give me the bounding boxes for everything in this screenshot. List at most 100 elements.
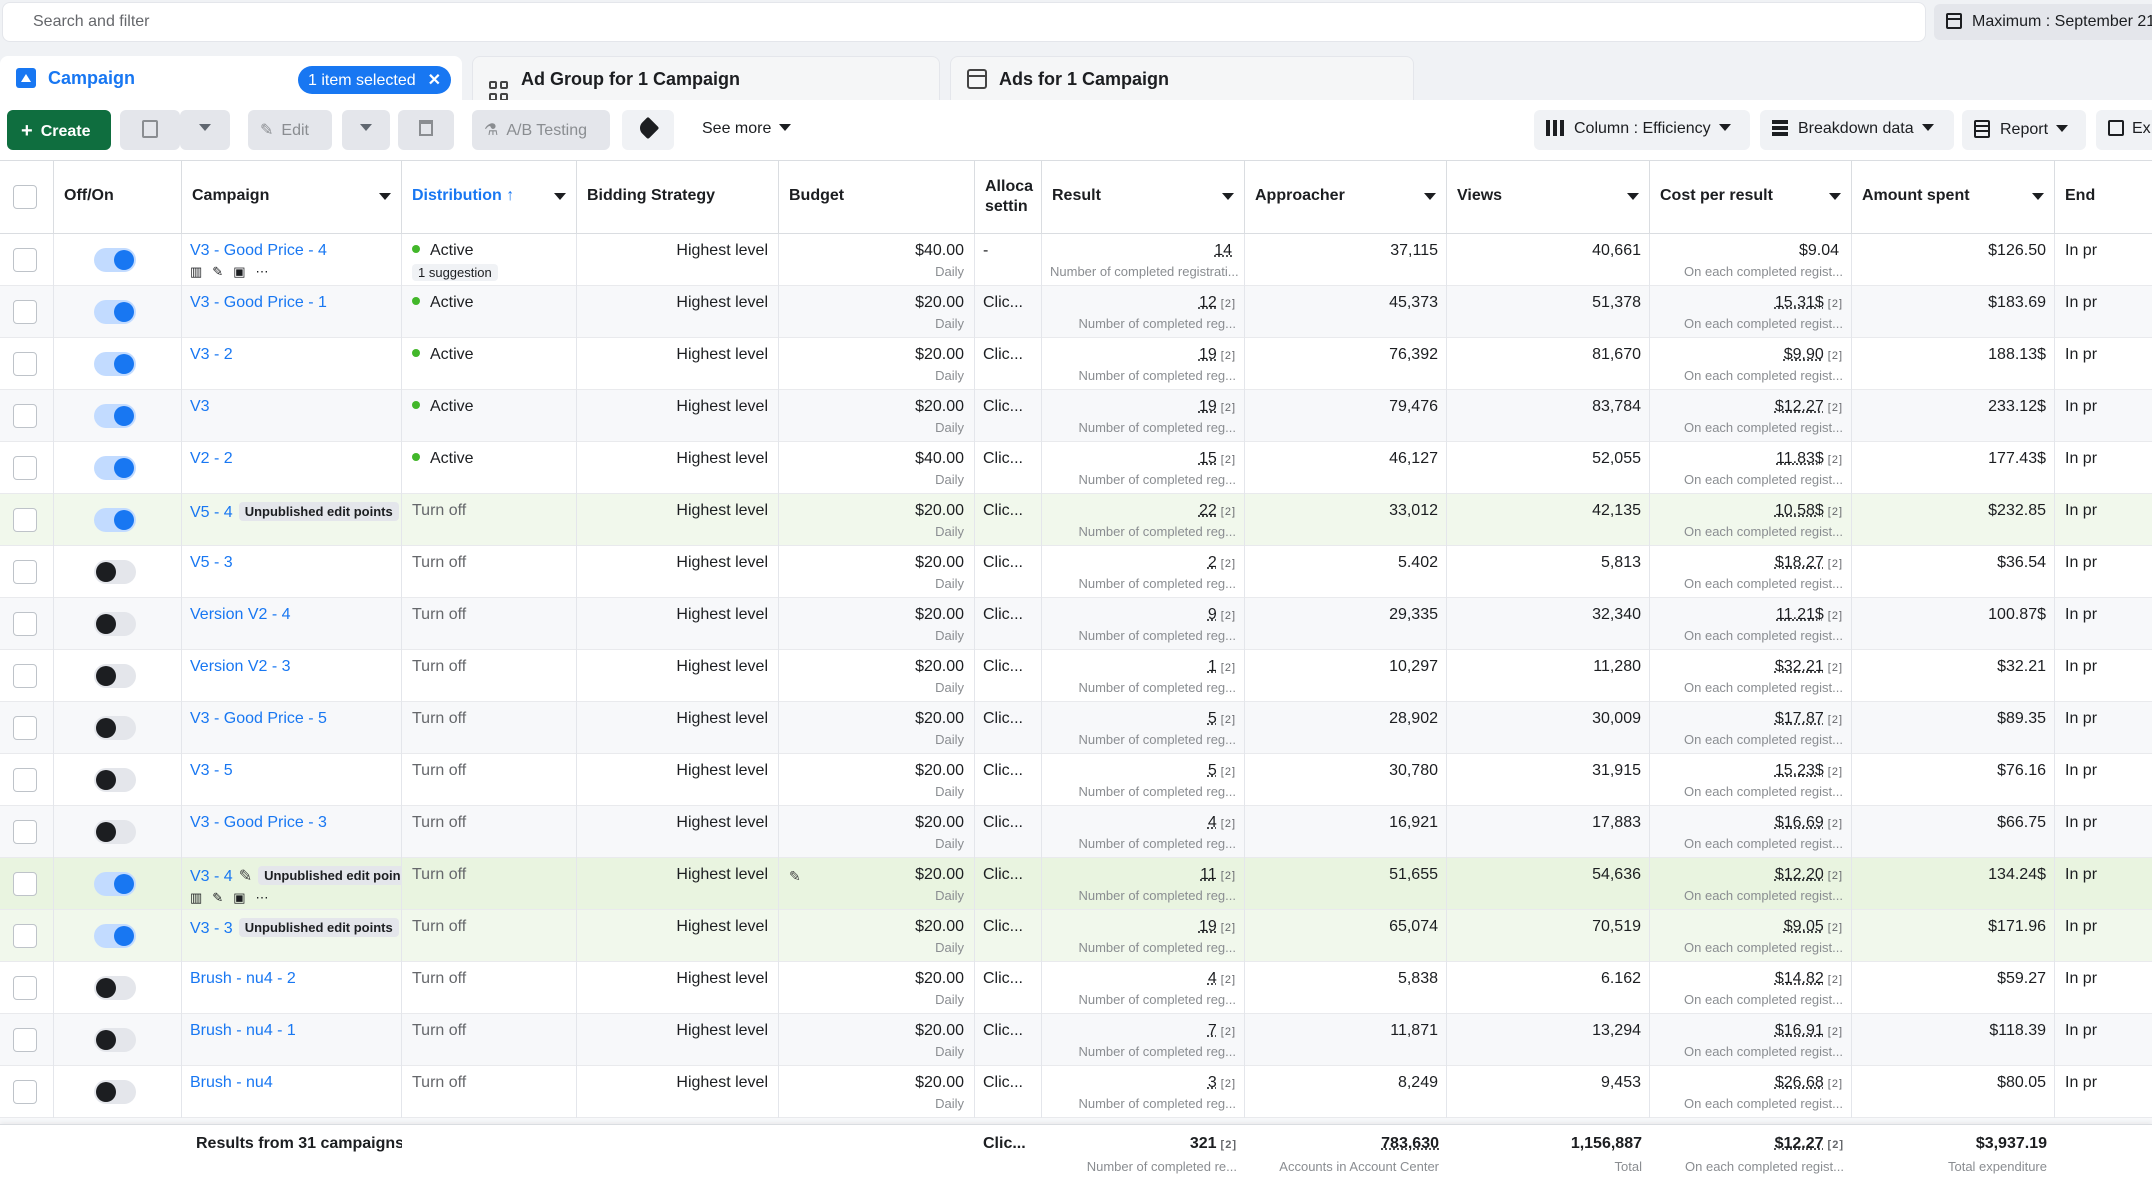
on-off-toggle[interactable]	[94, 612, 136, 636]
table-row[interactable]: V3 - Good Price - 4 ▥✎▣⋯ Active 1 suggestio…	[0, 234, 2152, 286]
table-row[interactable]: V3 - 5 Turn off Highest level $20.00 Daily Cl…	[0, 754, 2152, 806]
on-off-toggle[interactable]	[94, 1080, 136, 1104]
export-button[interactable]: Ex	[2096, 110, 2152, 150]
campaign-name-link[interactable]: V3 - Good Price - 1	[190, 294, 327, 311]
campaign-name-link[interactable]: V5 - 4	[190, 504, 233, 521]
chevron-down-icon[interactable]	[379, 193, 391, 200]
table-row[interactable]: V3 Active Highest level $20.00 Daily Clic... 1…	[0, 390, 2152, 442]
budget-cell[interactable]: $20.00 Daily	[779, 598, 975, 650]
row-checkbox[interactable]	[13, 404, 37, 428]
campaign-name-link[interactable]: V5 - 3	[190, 554, 233, 571]
suggestion-badge[interactable]: 1 suggestion	[412, 264, 498, 281]
see-more-button[interactable]: See more	[690, 110, 806, 150]
select-all-checkbox[interactable]	[13, 185, 37, 209]
table-row[interactable]: V2 - 2 Active Highest level $40.00 Daily Clic…	[0, 442, 2152, 494]
budget-cell[interactable]: $20.00 Daily	[779, 338, 975, 390]
edit-button[interactable]: ✎ Edit	[248, 110, 332, 150]
table-row[interactable]: Brush - nu4 - 2 Turn off Highest level $20.…	[0, 962, 2152, 1014]
row-checkbox[interactable]	[13, 352, 37, 376]
campaign-name-link[interactable]: V3 - 4	[190, 868, 233, 885]
header-allocation-setting[interactable]: Alloca settin	[975, 161, 1042, 234]
budget-cell[interactable]: $20.00 Daily	[779, 1066, 975, 1118]
row-checkbox[interactable]	[13, 300, 37, 324]
campaign-name-link[interactable]: V3	[190, 398, 210, 415]
campaign-name-link[interactable]: V3 - 3	[190, 920, 233, 937]
on-off-toggle[interactable]	[94, 820, 136, 844]
campaign-name-link[interactable]: V3 - Good Price - 3	[190, 814, 327, 831]
table-row[interactable]: Version V2 - 4 Turn off Highest level $20.0…	[0, 598, 2152, 650]
image-icon[interactable]: ▣	[233, 890, 255, 905]
row-checkbox[interactable]	[13, 976, 37, 1000]
campaign-name-link[interactable]: Brush - nu4	[190, 1074, 273, 1091]
header-campaign[interactable]: Campaign	[182, 161, 402, 234]
row-checkbox[interactable]	[13, 1028, 37, 1052]
on-off-toggle[interactable]	[94, 560, 136, 584]
table-row[interactable]: V3 - 4 ✎ Unpublished edit poin ▥✎▣⋯ Turn off…	[0, 858, 2152, 910]
on-off-toggle[interactable]	[94, 404, 136, 428]
campaign-name-link[interactable]: Brush - nu4 - 2	[190, 970, 296, 987]
header-off-on[interactable]: Off/On	[54, 161, 182, 234]
table-row[interactable]: Brush - nu4 Turn off Highest level $20.00 Da…	[0, 1066, 2152, 1118]
budget-cell[interactable]: $40.00 Daily	[779, 234, 975, 286]
on-off-toggle[interactable]	[94, 924, 136, 948]
campaign-name-link[interactable]: V3 - Good Price - 5	[190, 710, 327, 727]
table-row[interactable]: Version V2 - 3 Turn off Highest level $20.0…	[0, 650, 2152, 702]
budget-cell[interactable]: $20.00 Daily	[779, 390, 975, 442]
more-icon[interactable]: ⋯	[256, 264, 279, 279]
campaign-name-link[interactable]: V3 - 5	[190, 762, 233, 779]
on-off-toggle[interactable]	[94, 664, 136, 688]
on-off-toggle[interactable]	[94, 768, 136, 792]
duplicate-dropdown-button[interactable]	[180, 110, 230, 150]
budget-cell[interactable]: $40.00 Daily	[779, 442, 975, 494]
budget-cell[interactable]: $20.00 Daily	[779, 754, 975, 806]
column-button[interactable]: Column : Efficiency	[1534, 110, 1750, 150]
header-end[interactable]: End	[2055, 161, 2152, 234]
duplicate-button[interactable]	[120, 110, 180, 150]
table-row[interactable]: Brush - nu4 - 1 Turn off Highest level $20.…	[0, 1014, 2152, 1066]
tab-ads[interactable]: Ads for 1 Campaign	[950, 56, 1414, 100]
report-button[interactable]: Report	[1962, 110, 2086, 150]
date-range-button[interactable]: Maximum : September 21	[1934, 4, 2152, 40]
header-amount-spent[interactable]: Amount spent	[1852, 161, 2055, 234]
edit-dropdown-button[interactable]	[342, 110, 390, 150]
header-cost-per-result[interactable]: Cost per result	[1650, 161, 1852, 234]
chevron-down-icon[interactable]	[1222, 193, 1234, 200]
campaign-name-link[interactable]: Version V2 - 3	[190, 658, 291, 675]
on-off-toggle[interactable]	[94, 716, 136, 740]
ab-testing-button[interactable]: ⚗ A/B Testing	[472, 110, 610, 150]
budget-cell[interactable]: $20.00 Daily	[779, 286, 975, 338]
table-row[interactable]: V5 - 3 Turn off Highest level $20.00 Daily Cl…	[0, 546, 2152, 598]
on-off-toggle[interactable]	[94, 456, 136, 480]
on-off-toggle[interactable]	[94, 508, 136, 532]
on-off-toggle[interactable]	[94, 248, 136, 272]
row-checkbox[interactable]	[13, 872, 37, 896]
row-checkbox[interactable]	[13, 664, 37, 688]
delete-button[interactable]	[398, 110, 454, 150]
chevron-down-icon[interactable]	[1424, 193, 1436, 200]
image-icon[interactable]: ▣	[233, 264, 255, 279]
more-icon[interactable]: ⋯	[256, 890, 279, 905]
header-bidding-strategy[interactable]: Bidding Strategy	[577, 161, 779, 234]
on-off-toggle[interactable]	[94, 352, 136, 376]
table-row[interactable]: V3 - Good Price - 5 Turn off Highest level…	[0, 702, 2152, 754]
search-input[interactable]: Search and filter	[2, 2, 1926, 42]
table-row[interactable]: V3 - Good Price - 3 Turn off Highest level…	[0, 806, 2152, 858]
chevron-down-icon[interactable]	[1627, 193, 1639, 200]
chevron-down-icon[interactable]	[2032, 193, 2044, 200]
tab-campaign[interactable]: Campaign 1 item selected ✕	[0, 56, 462, 100]
budget-cell[interactable]: $20.00 Daily	[779, 1014, 975, 1066]
budget-cell[interactable]: $20.00 Daily	[779, 962, 975, 1014]
chart-icon[interactable]: ▥	[190, 264, 212, 279]
campaign-name-link[interactable]: Version V2 - 4	[190, 606, 291, 623]
header-distribution[interactable]: Distribution ↑	[402, 161, 577, 234]
header-approacher[interactable]: Approacher	[1245, 161, 1447, 234]
row-checkbox[interactable]	[13, 924, 37, 948]
budget-cell[interactable]: $20.00 Daily	[779, 650, 975, 702]
row-checkbox[interactable]	[13, 768, 37, 792]
row-checkbox[interactable]	[13, 456, 37, 480]
chart-icon[interactable]: ▥	[190, 890, 212, 905]
row-checkbox[interactable]	[13, 248, 37, 272]
table-row[interactable]: V3 - 2 Active Highest level $20.00 Daily Clic…	[0, 338, 2152, 390]
table-row[interactable]: V3 - Good Price - 1 Active Highest level $2…	[0, 286, 2152, 338]
table-row[interactable]: V5 - 4 Unpublished edit points Turn off Hig…	[0, 494, 2152, 546]
